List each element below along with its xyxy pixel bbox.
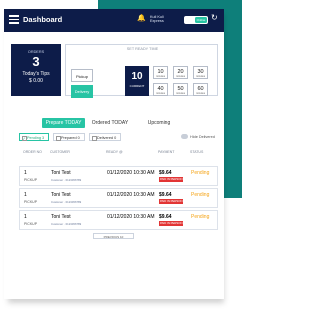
time-option-40[interactable]: 40 minutes: [153, 83, 168, 96]
pickup-button[interactable]: Pickup: [71, 69, 93, 82]
store-name: Kuli Kuli Express: [150, 15, 164, 24]
payment-badge: PAID IN PERSON: [159, 177, 184, 182]
hide-delivered-label: Hide Delivered: [190, 135, 215, 139]
tab-prepare-today[interactable]: Prepare TODAY: [42, 118, 85, 128]
tab-upcoming[interactable]: Upcoming: [139, 118, 179, 128]
status-badge: Pending: [191, 170, 210, 176]
order-price: $9.64: [159, 214, 172, 220]
order-qty: 1: [24, 170, 27, 176]
tips-amount: $ 0.00: [29, 78, 43, 84]
ready-time: 01/12/2020 10:30 AM: [107, 214, 155, 220]
time-option-10[interactable]: 10 minutes: [153, 66, 168, 79]
order-qty: 1: [24, 214, 27, 220]
app-header: Dashboard 🔔 Kuli Kuli Express Online ↻: [4, 9, 224, 32]
column-header: PAYMENT: [158, 150, 175, 154]
bell-icon[interactable]: 🔔: [137, 15, 146, 22]
orders-count: 3: [32, 54, 40, 69]
order-price: $9.64: [159, 170, 172, 176]
toggle-label: Online: [195, 17, 207, 23]
column-header: STATUS: [190, 150, 204, 154]
orders-summary-card: ORDERS 3 Today's Tips $ 0.00: [11, 44, 61, 96]
status-badge: Pending: [191, 192, 210, 198]
hide-delivered-switch[interactable]: [181, 134, 188, 139]
customer-meta: Customer · 0123456789: [51, 222, 82, 226]
current-ready-time: 10 CURRENT: [125, 66, 149, 96]
delivery-button[interactable]: Delivery: [71, 85, 93, 98]
customer-name: Toni Test: [51, 170, 71, 176]
ready-time: 01/12/2020 10:30 AM: [107, 192, 155, 198]
checkbox-icon: [91, 135, 97, 141]
order-qty: 1: [24, 192, 27, 198]
column-header: CUSTOMER: [50, 150, 70, 154]
order-price: $9.64: [159, 192, 172, 198]
time-option-20[interactable]: 20 minutes: [173, 66, 188, 79]
status-filters: ✓ Pending 3 Prepared 0 Delivered 0 Hide …: [19, 132, 218, 142]
tab-ordered-today[interactable]: Ordered TODAY: [89, 118, 131, 128]
table-row[interactable]: 1 PICKUP Toni Test Customer · 0123456789…: [19, 166, 218, 186]
checkbox-checked-icon: ✓: [21, 135, 27, 141]
customer-name: Toni Test: [51, 214, 71, 220]
column-header: ORDER NO: [23, 150, 42, 154]
customer-name: Toni Test: [51, 192, 71, 198]
filter-pending[interactable]: ✓ Pending 3: [19, 133, 49, 141]
time-option-50[interactable]: 50 minutes: [173, 83, 188, 96]
ready-time-title: SET READY TIME: [126, 47, 159, 51]
online-toggle[interactable]: Online: [184, 16, 208, 24]
order-type: PICKUP: [24, 200, 38, 204]
payment-badge: PAID IN PERSON: [159, 221, 184, 226]
column-header: READY @: [106, 150, 123, 154]
previous-page-button[interactable]: PREVIOUS 10: [93, 233, 134, 239]
ready-time: 01/12/2020 10:30 AM: [107, 170, 155, 176]
table-row[interactable]: 1 PICKUP Toni Test Customer · 0123456789…: [19, 210, 218, 230]
time-option-30[interactable]: 30 minutes: [193, 66, 208, 79]
ready-time-panel: SET READY TIME Pickup Delivery 10 CURREN…: [65, 44, 218, 98]
checkbox-icon: [55, 135, 61, 141]
time-option-60[interactable]: 60 minutes: [193, 83, 208, 96]
payment-badge: PAID IN PERSON: [159, 199, 184, 204]
menu-icon[interactable]: [9, 15, 19, 24]
order-type: PICKUP: [24, 178, 38, 182]
page-title: Dashboard: [23, 15, 63, 24]
order-type: PICKUP: [24, 222, 38, 226]
table-header: ORDER NO CUSTOMER READY @ PAYMENT STATUS: [19, 150, 218, 156]
tablet-screen: Dashboard 🔔 Kuli Kuli Express Online ↻ O…: [4, 9, 224, 299]
tips-label: Today's Tips: [22, 71, 50, 77]
screen: Dashboard 🔔 Kuli Kuli Express Online ↻ O…: [0, 0, 242, 318]
customer-meta: Customer · 0123456789: [51, 200, 82, 204]
table-row[interactable]: 1 PICKUP Toni Test Customer · 0123456789…: [19, 188, 218, 208]
refresh-icon[interactable]: ↻: [211, 14, 218, 22]
filter-prepared[interactable]: Prepared 0: [53, 133, 85, 141]
filter-delivered[interactable]: Delivered 0: [89, 133, 121, 141]
customer-meta: Customer · 0123456789: [51, 178, 82, 182]
status-badge: Pending: [191, 214, 210, 220]
